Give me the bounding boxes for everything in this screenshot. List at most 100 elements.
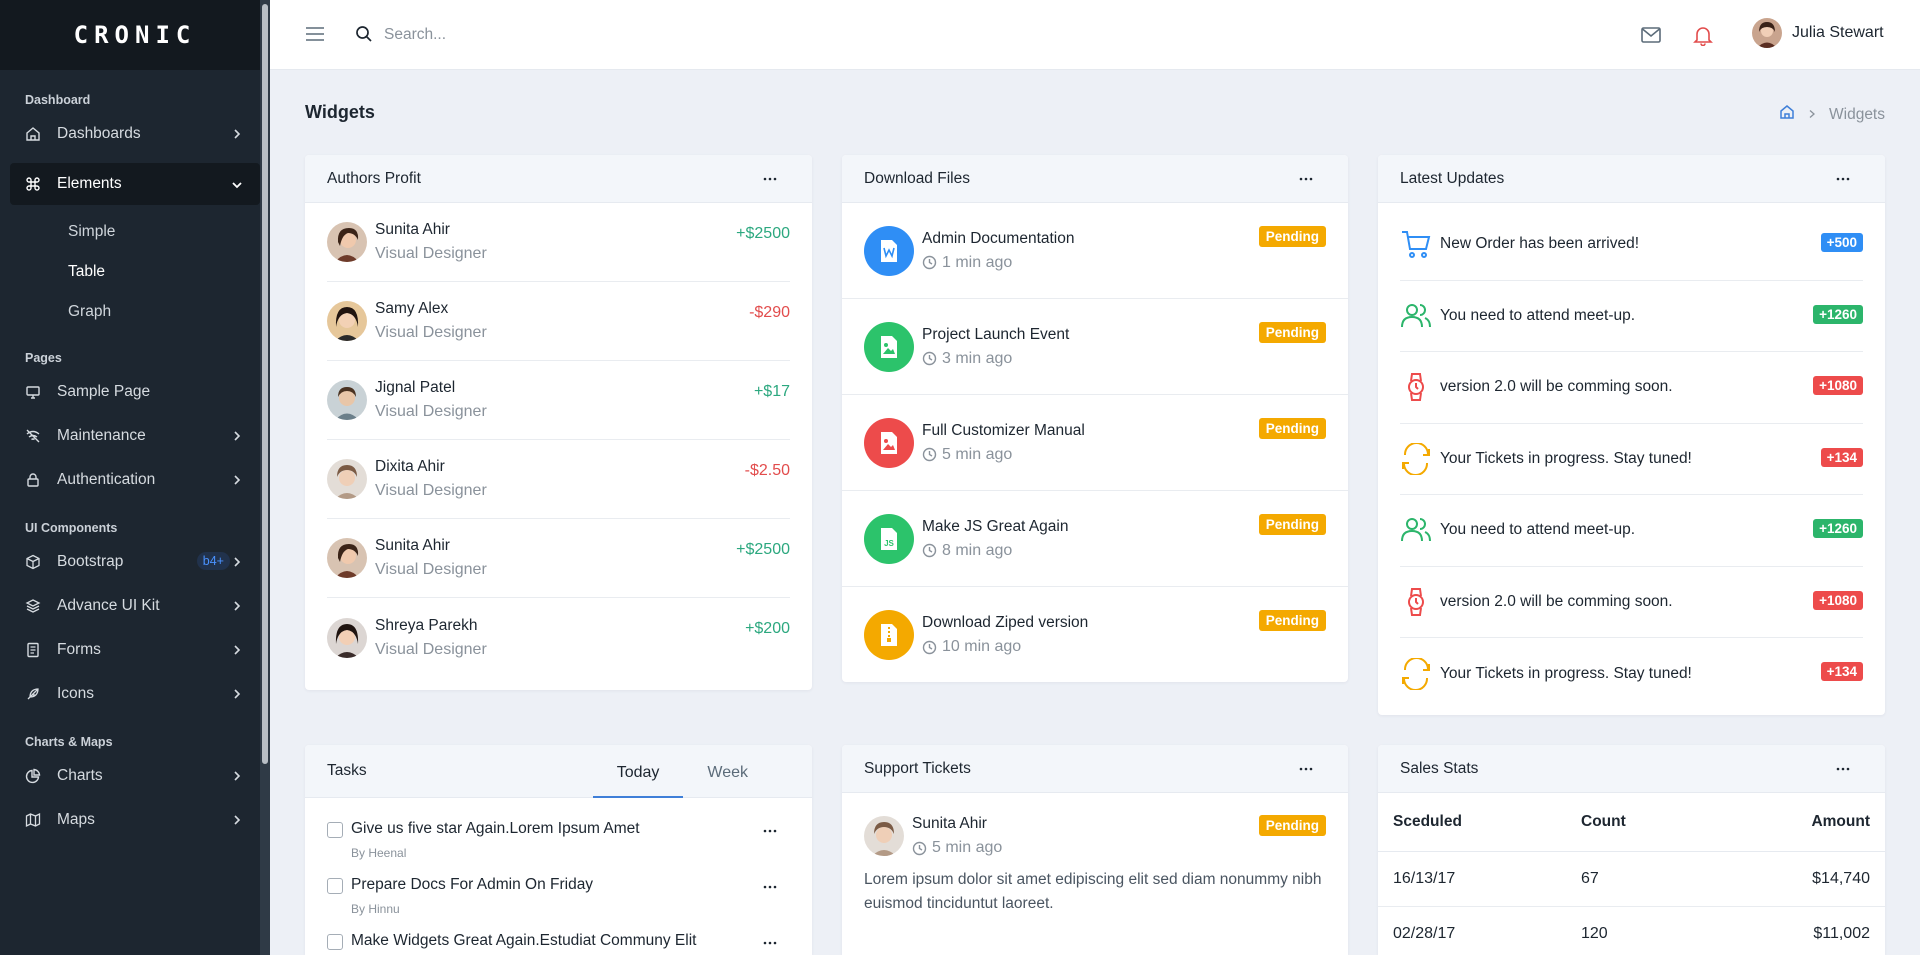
author-role: Visual Designer	[375, 245, 487, 262]
table-cell: 02/28/17	[1378, 906, 1566, 955]
download-files-card: Download Files Admin Documentation 1 min …	[842, 155, 1348, 682]
lock-icon	[25, 472, 41, 488]
task-text: Make Widgets Great Again.Estudiat Commun…	[351, 932, 697, 949]
feather-icon	[25, 686, 41, 702]
list-item[interactable]: JS Make JS Great Again 8 min ago Pending	[842, 491, 1348, 587]
list-item[interactable]: Full Customizer Manual 5 min ago Pending	[842, 395, 1348, 491]
mail-icon[interactable]	[1640, 24, 1662, 46]
table-cell: $11,002	[1712, 906, 1885, 955]
authors-profit-card: Authors Profit Sunita Ahir Visual Designe…	[305, 155, 812, 690]
status-badge: Pending	[1258, 815, 1326, 836]
column-header: Sceduled	[1378, 793, 1566, 852]
update-text: version 2.0 will be comming soon.	[1440, 378, 1673, 396]
list-item: version 2.0 will be comming soon. +1080	[1400, 567, 1863, 638]
status-badge: Pending	[1258, 514, 1326, 535]
card-title: Tasks	[327, 762, 367, 779]
task-checkbox[interactable]	[327, 934, 343, 950]
more-horizontal-icon[interactable]	[760, 879, 780, 895]
list-item: Dixita Ahir Visual Designer -$2.50	[327, 440, 790, 519]
list-item: Sunita Ahir Visual Designer +$2500	[327, 519, 790, 598]
sidebar-item-label: Advance UI Kit	[57, 597, 160, 614]
sidebar-item-bootstrap[interactable]: Bootstrap b4+	[0, 540, 270, 584]
chevron-right-icon	[229, 686, 245, 702]
sidebar: CRONIC Dashboard Dashboards Elements Sim…	[0, 0, 270, 955]
card-header: Sales Stats	[1378, 745, 1885, 793]
tab-today[interactable]: Today	[592, 745, 684, 798]
task-checkbox[interactable]	[327, 878, 343, 894]
avatar	[327, 301, 367, 341]
card-title: Support Tickets	[864, 759, 971, 777]
wifi-off-icon	[25, 428, 41, 444]
authors-list: Sunita Ahir Visual Designer +$2500 Samy A…	[305, 203, 812, 677]
author-name: Shreya Parekh	[375, 616, 478, 634]
sidebar-item-maintenance[interactable]: Maintenance	[0, 414, 270, 458]
brand-logo[interactable]: CRONIC	[74, 21, 197, 49]
more-horizontal-icon[interactable]	[1833, 169, 1853, 189]
clock-icon	[922, 351, 937, 366]
sidebar-scrollbar-thumb[interactable]	[262, 4, 268, 764]
files-list: Admin Documentation 1 min ago Pending Pro…	[842, 203, 1348, 682]
list-item[interactable]: Admin Documentation 1 min ago Pending	[842, 203, 1348, 299]
more-horizontal-icon[interactable]	[1296, 169, 1316, 189]
task-checkbox[interactable]	[327, 822, 343, 838]
avatar	[327, 222, 367, 262]
sidebar-item-sample-page[interactable]: Sample Page	[0, 370, 270, 414]
list-item[interactable]: Download Ziped version 10 min ago Pending	[842, 587, 1348, 682]
tasks-card: Tasks Today Week Give us five star Again…	[305, 745, 812, 955]
update-badge: +1260	[1813, 519, 1863, 538]
sidebar-item-charts[interactable]: Charts	[0, 754, 270, 798]
more-horizontal-icon[interactable]	[760, 823, 780, 839]
chevron-right-icon	[229, 812, 245, 828]
clock-icon	[922, 543, 937, 558]
table-row: 16/13/17 67 $14,740	[1378, 851, 1885, 907]
home-icon[interactable]	[1779, 104, 1795, 125]
profit-amount: +$2500	[736, 225, 790, 242]
table-header-row: Sceduled Count Amount	[1378, 793, 1885, 852]
sidebar-scrollbar[interactable]	[260, 0, 270, 955]
column-header: Count	[1566, 793, 1713, 852]
sidebar-item-maps[interactable]: Maps	[0, 798, 270, 842]
list-item: New Order has been arrived! +500	[1400, 209, 1863, 281]
sales-stats-card: Sales Stats Sceduled Count Amount 16/13/…	[1378, 745, 1885, 955]
search-input[interactable]	[384, 22, 684, 48]
more-horizontal-icon[interactable]	[760, 169, 780, 189]
sidebar-item-advance-ui-kit[interactable]: Advance UI Kit	[0, 584, 270, 628]
chevron-right-icon	[229, 554, 245, 570]
bell-icon[interactable]	[1692, 24, 1714, 47]
chevron-right-icon	[229, 598, 245, 614]
tasks-tabs: Today Week	[592, 745, 772, 798]
image-file-icon	[864, 417, 914, 468]
table-cell: 67	[1566, 851, 1713, 907]
zip-file-icon	[864, 610, 914, 660]
sidebar-subitem-table[interactable]: Table	[0, 252, 270, 292]
map-icon	[25, 812, 41, 828]
more-horizontal-icon[interactable]	[1833, 759, 1853, 779]
sidebar-subitem-graph[interactable]: Graph	[0, 292, 270, 332]
task-text: Give us five star Again.Lorem Ipsum Amet	[351, 820, 640, 837]
sidebar-item-dashboards[interactable]: Dashboards	[0, 112, 270, 156]
clock-icon	[922, 640, 937, 654]
list-item: Give us five star Again.Lorem Ipsum Amet…	[305, 798, 812, 860]
support-tickets-card: Support Tickets Sunita Ahir 5 min ago Pen…	[842, 745, 1348, 955]
sidebar-item-forms[interactable]: Forms	[0, 628, 270, 672]
more-horizontal-icon[interactable]	[760, 935, 780, 951]
user-menu[interactable]: Julia Stewart	[1752, 18, 1884, 48]
update-text: You need to attend meet-up.	[1440, 521, 1636, 539]
sidebar-item-authentication[interactable]: Authentication	[0, 458, 270, 502]
sidebar-item-icons[interactable]: Icons	[0, 672, 270, 716]
chevron-right-icon	[229, 126, 245, 142]
nav-caption-charts-maps: Charts & Maps	[25, 735, 113, 749]
card-title: Download Files	[864, 169, 970, 187]
tab-week[interactable]: Week	[683, 745, 772, 798]
author-name: Jignal Patel	[375, 379, 456, 396]
command-icon	[25, 176, 41, 192]
list-item[interactable]: Project Launch Event 3 min ago Pending	[842, 299, 1348, 395]
author-name: Sunita Ahir	[375, 537, 450, 554]
sidebar-subitem-simple[interactable]: Simple	[0, 212, 270, 252]
more-horizontal-icon[interactable]	[1296, 759, 1316, 779]
hamburger-menu-icon[interactable]	[305, 24, 325, 44]
word-file-icon	[864, 225, 914, 276]
profit-amount: +$2500	[736, 541, 790, 558]
refresh-icon	[1400, 442, 1432, 475]
sidebar-item-elements[interactable]: Elements	[10, 163, 260, 205]
